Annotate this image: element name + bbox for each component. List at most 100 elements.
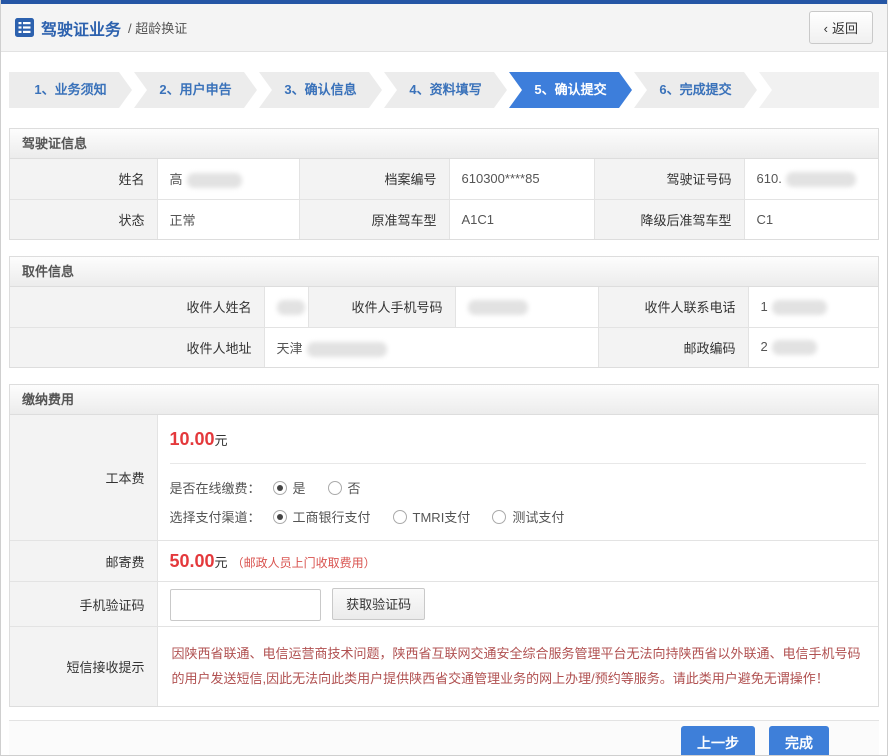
payment-section-title: 缴纳费用 [10,385,878,415]
step-1-notice[interactable]: 1、业务须知 [9,72,132,108]
table-row: 姓名 高 档案编号 610300****85 驾驶证号码 610. [10,159,878,199]
downgraded-class-value: C1 [744,199,878,239]
name-value: 高 [157,159,299,199]
yuan-unit: 元 [215,555,228,570]
get-captcha-button[interactable]: 获取验证码 [332,588,425,620]
recipient-name-label: 收件人姓名 [10,287,264,327]
channel-icbc-label: 工商银行支付 [293,507,371,526]
license-info-section: 驾驶证信息 姓名 高 档案编号 610300****85 驾驶证号码 610. … [9,128,879,240]
online-pay-no-option[interactable]: 否 [328,478,361,497]
recipient-phone-label: 收件人联系电话 [598,287,748,327]
radio-no-icon[interactable] [328,481,342,495]
original-class-label: 原准驾车型 [299,199,449,239]
online-pay-yes-label: 是 [293,478,306,497]
license-info-table: 姓名 高 档案编号 610300****85 驾驶证号码 610. 状态 正常 … [10,159,878,239]
sms-tip-text: 因陕西省联通、电信运营商技术问题，陕西省互联网交通安全综合服务管理平台无法向持陕… [172,637,865,696]
postal-code-value: 2 [748,327,878,367]
recipient-address-label: 收件人地址 [10,327,264,367]
online-pay-question: 是否在线缴费： [170,478,261,497]
license-number-value: 610. [744,159,878,199]
postal-code-label: 邮政编码 [598,327,748,367]
table-row: 收件人地址 天津 邮政编码 2 [10,327,878,367]
channel-icbc-option[interactable]: 工商银行支付 [273,507,371,526]
file-number-value: 610300****85 [449,159,594,199]
back-chevron-icon: ‹ [824,21,828,36]
status-value: 正常 [157,199,299,239]
online-pay-yes-option[interactable]: 是 [273,478,306,497]
work-fee-amount: 10.00 [170,429,215,449]
pickup-info-section: 取件信息 收件人姓名 收件人手机号码 收件人联系电话 1 收件人地址 天津 邮政… [9,256,879,368]
pay-channel-question: 选择支付渠道： [170,507,261,526]
back-button-label: 返回 [832,21,858,36]
radio-yes-icon[interactable] [273,481,287,495]
radio-tmri-icon[interactable] [393,510,407,524]
redacted-license-number [786,172,856,187]
table-row: 邮寄费 50.00元 （邮政人员上门收取费用） [10,541,878,582]
license-number-label: 驾驶证号码 [594,159,744,199]
recipient-phone-value: 1 [748,287,878,327]
redacted-name [187,173,242,188]
redacted-recipient-mobile [468,300,528,315]
recipient-address-value: 天津 [264,327,598,367]
previous-step-button[interactable]: 上一步 [681,726,755,756]
original-class-value: A1C1 [449,199,594,239]
table-row: 短信接收提示 因陕西省联通、电信运营商技术问题，陕西省互联网交通安全综合服务管理… [10,627,878,706]
channel-tmri-option[interactable]: TMRI支付 [393,507,471,526]
redacted-recipient-name [277,300,305,315]
sms-tip-cell: 因陕西省联通、电信运营商技术问题，陕西省互联网交通安全综合服务管理平台无法向持陕… [157,627,878,706]
name-label: 姓名 [10,159,157,199]
radio-icbc-icon[interactable] [273,510,287,524]
captcha-label: 手机验证码 [10,582,157,627]
step-3-confirm-info[interactable]: 3、确认信息 [259,72,382,108]
pickup-info-table: 收件人姓名 收件人手机号码 收件人联系电话 1 收件人地址 天津 邮政编码 2 [10,287,878,367]
channel-test-option[interactable]: 测试支付 [492,507,564,526]
recipient-mobile-label: 收件人手机号码 [308,287,455,327]
table-row: 工本费 10.00元 是否在线缴费： 是 否 选择支付渠道： 工商银行支付 TM… [10,415,878,541]
step-5-confirm-submit[interactable]: 5、确认提交 [509,72,632,108]
radio-test-icon[interactable] [492,510,506,524]
work-fee-amount-line: 10.00元 [170,429,867,450]
step-2-declaration[interactable]: 2、用户申告 [134,72,257,108]
sms-tip-label: 短信接收提示 [10,627,157,706]
license-section-title: 驾驶证信息 [10,129,878,159]
redacted-recipient-address [307,342,387,357]
pickup-section-title: 取件信息 [10,257,878,287]
redacted-postal-code [772,340,817,355]
file-number-label: 档案编号 [299,159,449,199]
yuan-unit: 元 [215,433,228,448]
post-fee-cell: 50.00元 （邮政人员上门收取费用） [157,541,878,582]
downgraded-class-label: 降级后准驾车型 [594,199,744,239]
step-progress-bar: 1、业务须知 2、用户申告 3、确认信息 4、资料填写 5、确认提交 6、完成提… [9,72,879,108]
captcha-cell: 获取验证码 [157,582,878,627]
recipient-mobile-value [455,287,598,327]
payment-section: 缴纳费用 工本费 10.00元 是否在线缴费： 是 否 选择支付渠道： 工商银行… [9,384,879,707]
online-pay-question-row: 是否在线缴费： 是 否 [170,478,867,497]
redacted-recipient-phone [772,300,827,315]
post-fee-amount: 50.00 [170,551,215,571]
status-label: 状态 [10,199,157,239]
finish-button[interactable]: 完成 [769,726,829,756]
page: 驾驶证业务 / 超龄换证 ‹返回 1、业务须知 2、用户申告 3、确认信息 4、… [0,0,888,756]
captcha-input[interactable] [170,589,321,621]
online-pay-no-label: 否 [348,478,361,497]
work-fee-cell: 10.00元 是否在线缴费： 是 否 选择支付渠道： 工商银行支付 TMRI支付… [157,415,878,541]
table-row: 收件人姓名 收件人手机号码 收件人联系电话 1 [10,287,878,327]
step-4-fill-data[interactable]: 4、资料填写 [384,72,507,108]
back-button[interactable]: ‹ 返回 [809,11,873,44]
breadcrumb-subtitle: / 超龄换证 [128,18,187,37]
list-icon [15,18,34,37]
recipient-name-value [264,287,308,327]
table-row: 状态 正常 原准驾车型 A1C1 降级后准驾车型 C1 [10,199,878,239]
post-fee-label: 邮寄费 [10,541,157,582]
pay-channel-question-row: 选择支付渠道： 工商银行支付 TMRI支付 测试支付 [170,507,867,526]
step-6-complete[interactable]: 6、完成提交 [634,72,757,108]
header: 驾驶证业务 / 超龄换证 ‹返回 [1,4,887,52]
channel-test-label: 测试支付 [512,507,564,526]
step-bar-filler [759,72,879,108]
post-fee-note: （邮政人员上门收取费用） [232,556,376,570]
channel-tmri-label: TMRI支付 [413,507,471,526]
divider [170,463,867,464]
footer-action-bar: 上一步 完成 [9,720,879,756]
payment-table: 工本费 10.00元 是否在线缴费： 是 否 选择支付渠道： 工商银行支付 TM… [10,415,878,706]
work-fee-label: 工本费 [10,415,157,541]
